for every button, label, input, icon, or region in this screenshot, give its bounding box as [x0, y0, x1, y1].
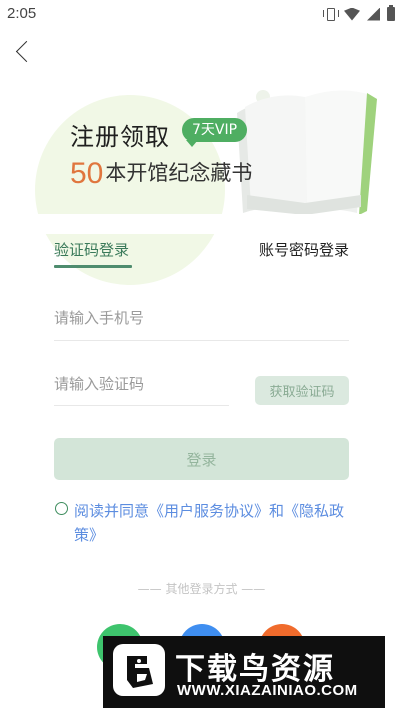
- other-login-label: —— 其他登录方式 ——: [137, 582, 266, 596]
- tab-sms-login[interactable]: 验证码登录: [54, 239, 129, 260]
- status-bar: 2:05: [0, 0, 403, 28]
- battery-icon: [387, 5, 395, 21]
- banner-subline-text: 本开馆纪念藏书: [105, 161, 253, 185]
- login-button[interactable]: 登录: [54, 438, 349, 480]
- phone-field: [54, 296, 349, 341]
- promo-banner: 注册领取 7天VIP 50本开馆纪念藏书: [30, 85, 390, 285]
- user-agreement-link[interactable]: 《用户服务协议》: [149, 502, 269, 520]
- agreement-joiner: 和: [269, 502, 285, 520]
- signal-icon: [367, 7, 380, 21]
- banner-subline-number: 50: [70, 157, 104, 190]
- status-icons: [323, 5, 395, 22]
- back-button[interactable]: [8, 38, 36, 66]
- vip-badge: 7天VIP: [182, 118, 248, 147]
- banner-baseline: [30, 214, 390, 234]
- watermark: 下载鸟资源 WWW.XIAZAINIAO.COM: [103, 636, 385, 708]
- bird-logo-icon: [113, 644, 165, 696]
- code-input[interactable]: [54, 362, 229, 405]
- agreement-text: 阅读并同意《用户服务协议》和《隐私政策》: [74, 499, 354, 547]
- wifi-icon: [344, 7, 360, 21]
- code-field: [54, 362, 229, 406]
- banner-subline: 50本开馆纪念藏书: [70, 157, 252, 191]
- get-code-button[interactable]: 获取验证码: [255, 376, 349, 405]
- vibrate-icon: [323, 7, 339, 21]
- agreement-checkbox[interactable]: [55, 502, 68, 515]
- phone-input[interactable]: [54, 296, 349, 340]
- tab-password-login[interactable]: 账号密码登录: [259, 239, 349, 260]
- status-time: 2:05: [7, 5, 37, 22]
- tab-active-indicator: [54, 265, 132, 268]
- watermark-url: WWW.XIAZAINIAO.COM: [177, 682, 358, 699]
- agreement-prefix: 阅读并同意: [74, 502, 150, 520]
- banner-headline: 注册领取: [70, 123, 170, 151]
- open-book-illustration: [237, 90, 377, 215]
